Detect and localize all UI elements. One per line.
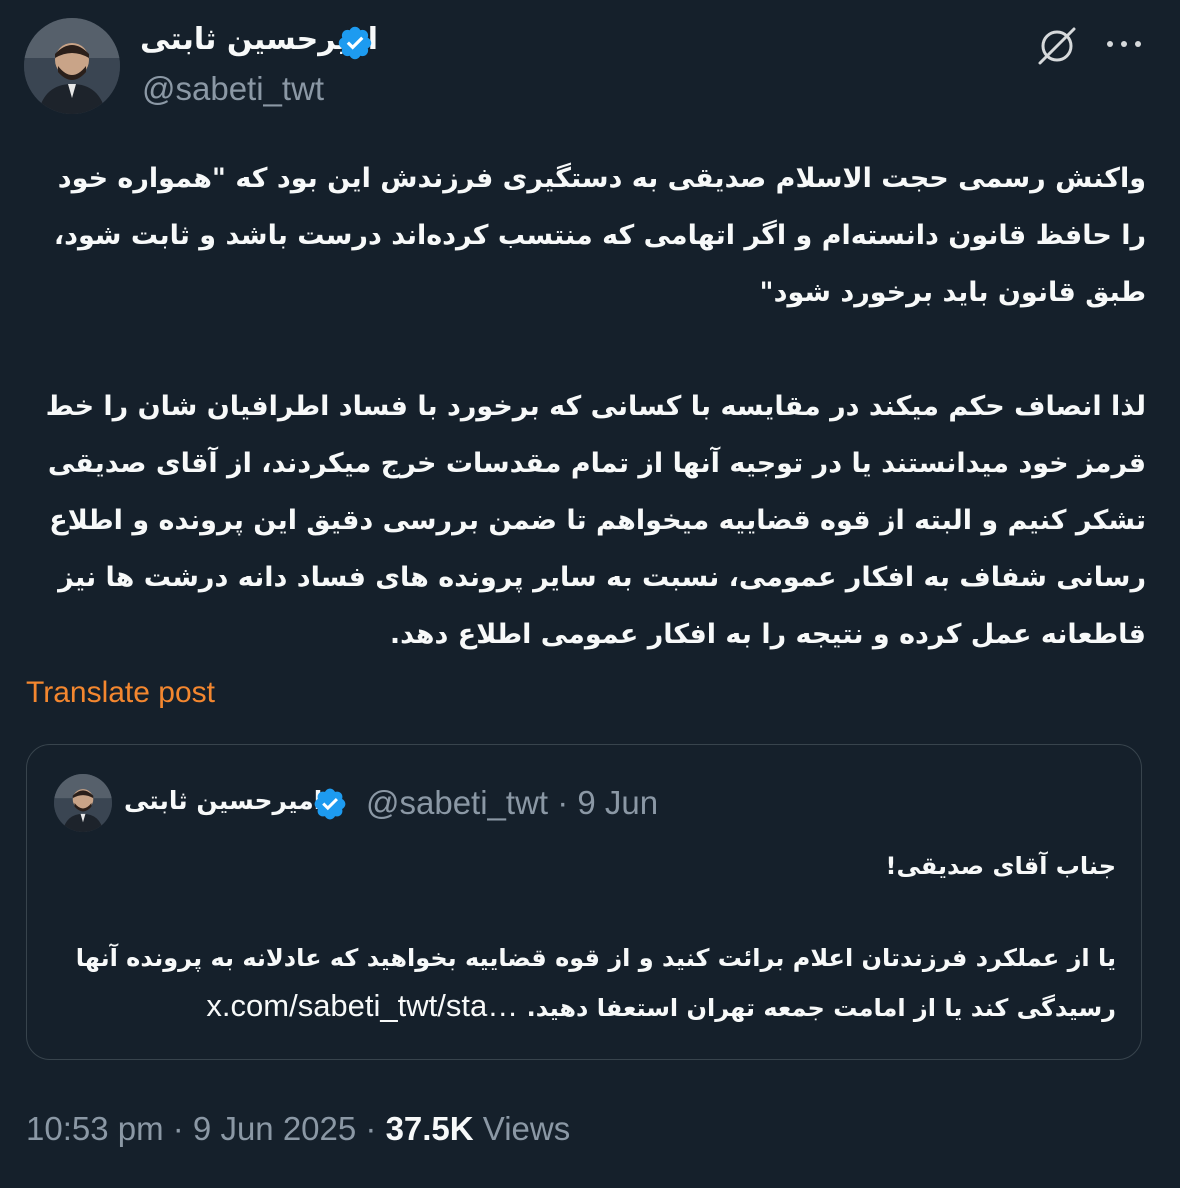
quoted-post-meta: @sabeti_twt · 9 Jun — [366, 784, 659, 821]
post-paragraph: لذا انصاف حکم میکند در مقایسه با کسانی ک… — [45, 391, 1146, 650]
more-options-icon[interactable] — [1100, 26, 1148, 62]
quoted-author-name: امیرحسین ثابتی — [124, 786, 323, 815]
post-time[interactable]: 10:53 pm — [26, 1110, 164, 1147]
author-handle[interactable]: @sabeti_twt — [142, 70, 324, 108]
post-meta: 10:53 pm · 9 Jun 2025 · 37.5K Views — [26, 1110, 570, 1148]
views-count: 37.5K — [385, 1110, 474, 1147]
avatar-photo — [54, 774, 112, 832]
verified-badge-icon — [338, 26, 372, 60]
post-paragraph: واکنش رسمی حجت الاسلام صدیقی به دستگیری … — [53, 163, 1146, 308]
grok-icon[interactable] — [1034, 26, 1080, 66]
meta-separator: · — [163, 1110, 193, 1147]
views-label: Views — [482, 1110, 571, 1147]
quoted-link[interactable]: x.com/sabeti_twt/sta… — [206, 988, 518, 1023]
verified-badge-icon — [314, 788, 346, 820]
author-avatar[interactable] — [24, 18, 120, 114]
quoted-post-text: جناب آقای صدیقی! یا از عملکرد فرزندتان ا… — [60, 842, 1116, 1032]
post-text: واکنش رسمی حجت الاسلام صدیقی به دستگیری … — [26, 150, 1146, 663]
meta-separator: · — [356, 1110, 386, 1147]
post-date[interactable]: 9 Jun 2025 — [193, 1110, 356, 1147]
translate-post-link[interactable]: Translate post — [26, 676, 215, 710]
quoted-line: یا از عملکرد فرزندتان اعلام برائت کنید و… — [60, 934, 1116, 1032]
quoted-line: جناب آقای صدیقی! — [885, 852, 1116, 880]
quoted-author-avatar — [54, 774, 112, 832]
avatar-photo — [24, 18, 120, 114]
